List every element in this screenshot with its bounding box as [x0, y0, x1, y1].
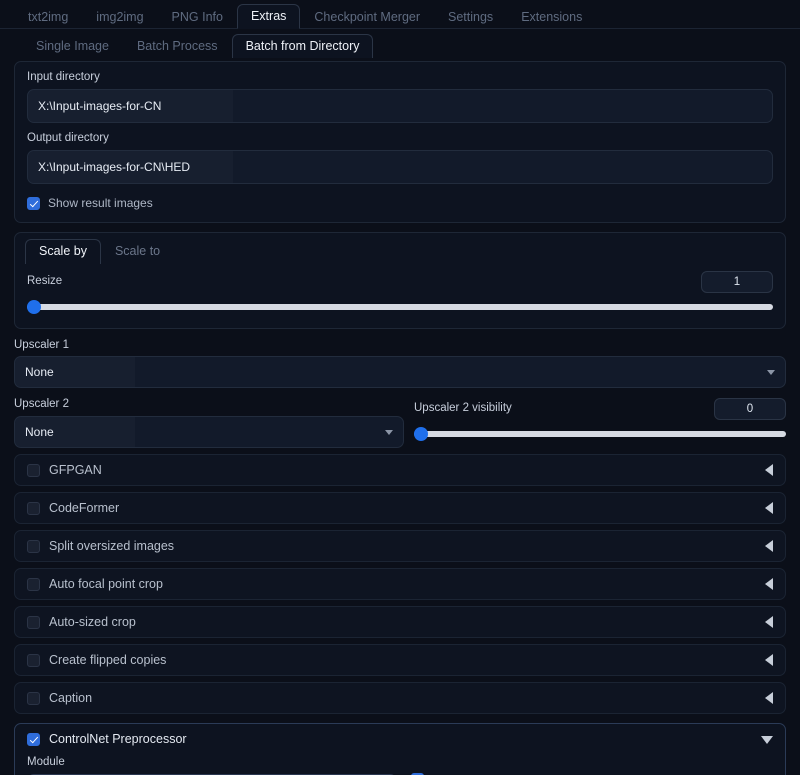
triangle-left-icon[interactable] — [765, 654, 773, 667]
accordion-auto-focal-point-crop[interactable]: Auto focal point crop — [14, 568, 786, 601]
pixel-perfect-group: Pixel Perfect — [411, 756, 499, 775]
subtab-batch-process[interactable]: Batch Process — [123, 34, 232, 59]
accordion-codeformer-checkbox[interactable] — [27, 501, 40, 515]
scale-tab-scale-by[interactable]: Scale by — [25, 239, 101, 264]
accordion-caption[interactable]: Caption — [14, 682, 786, 715]
scale-body: Resize 1 — [15, 263, 785, 314]
accordion-auto-focal-point-crop-label: Auto focal point crop — [49, 576, 163, 591]
triangle-down-icon[interactable] — [761, 735, 773, 744]
triangle-left-icon[interactable] — [765, 540, 773, 553]
output-directory-value: X:\Input-images-for-CN\HED — [38, 159, 191, 174]
accordion-create-flipped-copies-label: Create flipped copies — [49, 652, 167, 667]
upscaler2-group: Upscaler 2 None — [14, 398, 404, 449]
accordion-auto-sized-crop[interactable]: Auto-sized crop — [14, 606, 786, 639]
accordion-create-flipped-copies[interactable]: Create flipped copies — [14, 644, 786, 677]
upscaler2-visibility-slider-thumb[interactable] — [414, 427, 428, 442]
resize-header: Resize 1 — [27, 270, 773, 293]
directory-panel: Input directory X:\Input-images-for-CN O… — [14, 61, 786, 223]
tab-extensions[interactable]: Extensions — [507, 5, 596, 30]
accordion-caption-checkbox[interactable] — [27, 691, 40, 705]
accordion-auto-focal-point-crop-checkbox[interactable] — [27, 577, 40, 591]
subtab-single-image[interactable]: Single Image — [22, 34, 123, 59]
input-directory-value: X:\Input-images-for-CN — [38, 98, 162, 113]
accordion-gfpgan-checkbox[interactable] — [27, 463, 40, 477]
accordion-gfpgan[interactable]: GFPGAN — [14, 454, 786, 487]
triangle-left-icon[interactable] — [765, 616, 773, 629]
upscaler2-visibility-slider-track — [414, 431, 786, 438]
show-result-images-checkbox[interactable] — [27, 196, 40, 210]
tab-extras[interactable]: Extras — [236, 3, 301, 29]
triangle-left-icon[interactable] — [765, 502, 773, 515]
controlnet-preprocessor-panel: ControlNet Preprocessor Module hed Pixel… — [14, 723, 786, 775]
output-directory-field[interactable]: X:\Input-images-for-CN\HED — [27, 149, 773, 184]
tab-settings[interactable]: Settings — [434, 5, 507, 30]
output-directory-label: Output directory — [27, 131, 109, 144]
upscaler2-dropdown[interactable]: None — [14, 416, 404, 449]
triangle-left-icon[interactable] — [765, 692, 773, 705]
module-group: Module hed — [27, 756, 397, 775]
resize-label: Resize — [27, 274, 63, 287]
accordion-split-oversized-images[interactable]: Split oversized images — [14, 530, 786, 563]
scale-tab-bar: Scale by Scale to — [15, 233, 785, 264]
resize-slider[interactable] — [27, 299, 773, 314]
scale-panel: Scale by Scale to Resize 1 — [14, 231, 786, 329]
resize-slider-thumb[interactable] — [27, 299, 41, 314]
sub-tab-bar: Single Image Batch Process Batch from Di… — [0, 29, 800, 59]
accordion-list: GFPGAN CodeFormer Split oversized images… — [14, 454, 786, 715]
resize-slider-track — [27, 303, 773, 310]
tab-txt2img[interactable]: txt2img — [14, 5, 82, 30]
upscaler2-visibility-label: Upscaler 2 visibility — [414, 402, 512, 415]
controlnet-preprocessor-header[interactable]: ControlNet Preprocessor — [27, 732, 773, 747]
upscaler2-row: Upscaler 2 None Upscaler 2 visibility 0 — [14, 398, 786, 449]
input-directory-label: Input directory — [27, 71, 100, 83]
main-tab-bar: txt2img img2img PNG Info Extras Checkpoi… — [0, 0, 800, 29]
controlnet-preprocessor-body: Module hed Pixel Perfect — [27, 756, 773, 775]
upscaler1-dropdown[interactable]: None — [14, 356, 786, 389]
upscaler2-visibility-slider[interactable] — [414, 427, 786, 442]
triangle-left-icon[interactable] — [765, 464, 773, 477]
accordion-auto-sized-crop-checkbox[interactable] — [27, 615, 40, 629]
subtab-batch-from-directory[interactable]: Batch from Directory — [231, 33, 374, 58]
show-result-images-row[interactable]: Show result images — [27, 196, 773, 211]
module-label: Module — [27, 756, 65, 769]
upscaler1-group: Upscaler 1 None — [14, 339, 786, 389]
controlnet-preprocessor-label: ControlNet Preprocessor — [49, 732, 187, 747]
page-content: Input directory X:\Input-images-for-CN O… — [0, 61, 800, 775]
input-directory-field[interactable]: X:\Input-images-for-CN — [27, 88, 773, 123]
resize-number-input[interactable]: 1 — [701, 270, 773, 293]
upscaler2-label: Upscaler 2 — [14, 398, 69, 411]
accordion-auto-sized-crop-label: Auto-sized crop — [49, 614, 136, 629]
tab-img2img[interactable]: img2img — [82, 5, 157, 30]
extras-batch-from-directory-page: txt2img img2img PNG Info Extras Checkpoi… — [0, 0, 800, 775]
triangle-left-icon[interactable] — [765, 578, 773, 591]
accordion-create-flipped-copies-checkbox[interactable] — [27, 653, 40, 667]
accordion-gfpgan-label: GFPGAN — [49, 462, 102, 477]
accordion-caption-label: Caption — [49, 690, 93, 705]
accordion-codeformer[interactable]: CodeFormer — [14, 492, 786, 525]
upscaler2-visibility-header: Upscaler 2 visibility 0 — [414, 398, 786, 421]
chevron-down-icon — [767, 369, 775, 375]
scale-tab-scale-to[interactable]: Scale to — [101, 239, 174, 264]
upscaler2-value: None — [25, 425, 54, 440]
controlnet-preprocessor-checkbox[interactable] — [27, 733, 40, 747]
tab-png-info[interactable]: PNG Info — [158, 5, 237, 30]
show-result-images-label: Show result images — [48, 196, 153, 211]
upscaler2-visibility-group: Upscaler 2 visibility 0 — [414, 398, 786, 442]
accordion-split-oversized-images-label: Split oversized images — [49, 538, 175, 553]
accordion-split-oversized-images-checkbox[interactable] — [27, 539, 40, 553]
upscaler2-visibility-number-input[interactable]: 0 — [714, 398, 786, 421]
upscaler1-value: None — [25, 365, 54, 380]
tab-checkpoint-merger[interactable]: Checkpoint Merger — [300, 5, 434, 30]
accordion-codeformer-label: CodeFormer — [49, 500, 120, 515]
chevron-down-icon — [385, 429, 393, 435]
upscaler1-label: Upscaler 1 — [14, 338, 69, 351]
